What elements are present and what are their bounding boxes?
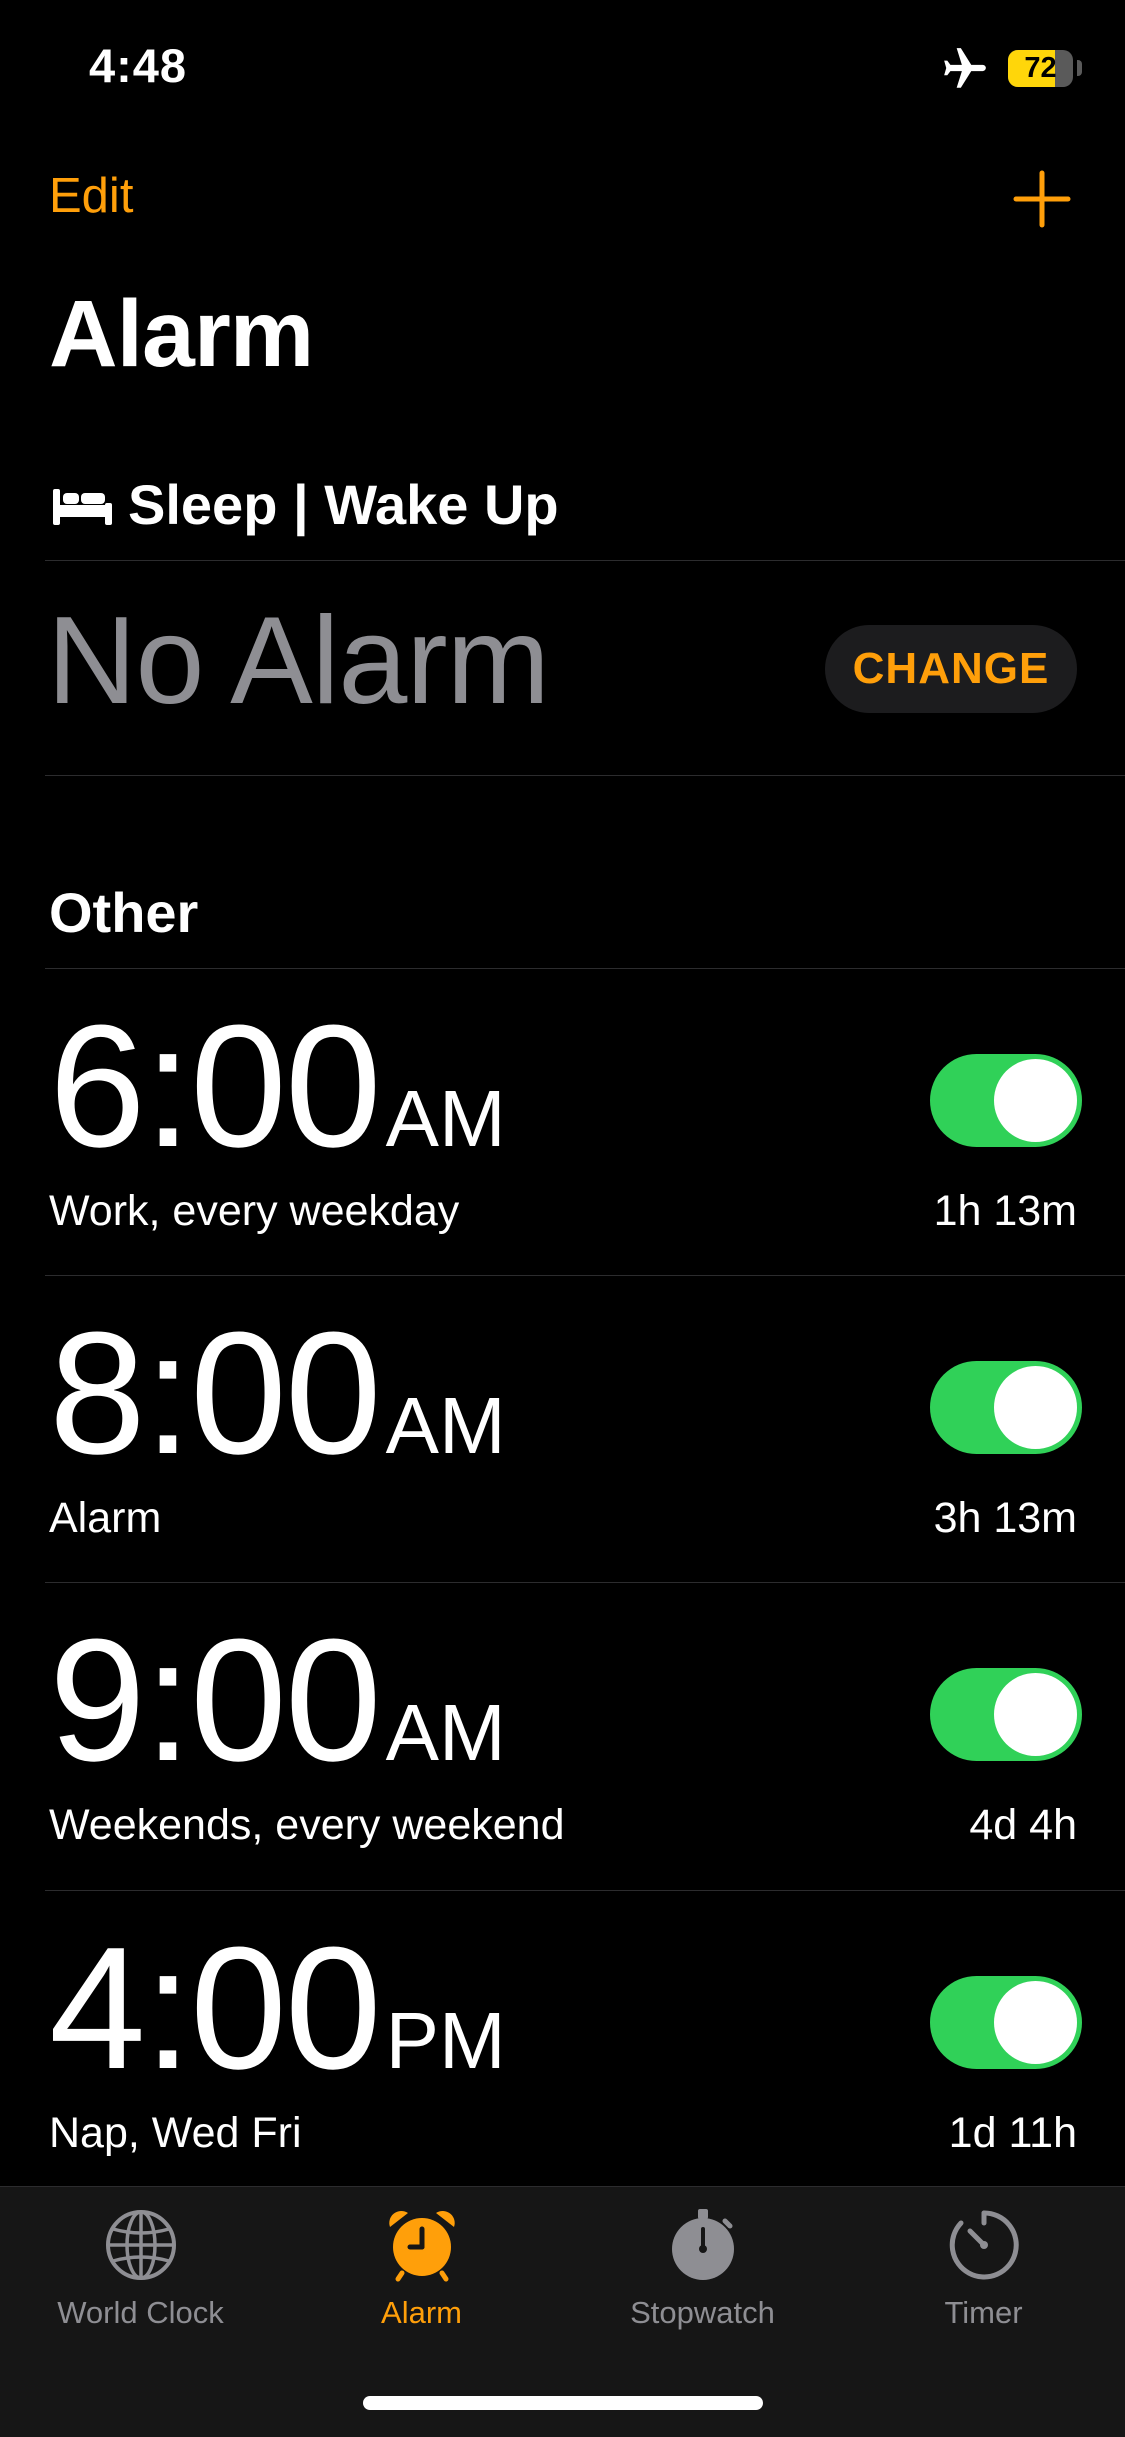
alarm-time: 6:00 AM bbox=[49, 999, 506, 1173]
alarm-row[interactable]: 4:00 PM Nap, Wed Fri 1d 11h bbox=[0, 1891, 1125, 2198]
change-button[interactable]: CHANGE bbox=[825, 625, 1077, 713]
alarm-label: Nap, Wed Fri bbox=[49, 2109, 302, 2157]
alarm-row[interactable]: 9:00 AM Weekends, every weekend 4d 4h bbox=[0, 1583, 1125, 1890]
battery-cap bbox=[1077, 60, 1082, 76]
timer-icon bbox=[949, 2210, 1019, 2280]
alarm-toggle[interactable] bbox=[930, 1668, 1082, 1761]
status-time: 4:48 bbox=[89, 39, 188, 92]
alarm-time: 8:00 AM bbox=[49, 1306, 506, 1480]
alarm-label: Work, every weekday bbox=[49, 1187, 460, 1235]
alarm-time: 4:00 PM bbox=[49, 1921, 506, 2095]
alarm-time: 9:00 AM bbox=[49, 1613, 506, 1787]
toggle-knob bbox=[994, 1981, 1077, 2064]
battery-icon: 72 bbox=[1008, 50, 1073, 87]
edit-button[interactable]: Edit bbox=[49, 168, 133, 224]
alarm-period: AM bbox=[385, 1381, 506, 1470]
tab-label: Stopwatch bbox=[630, 2295, 775, 2330]
divider bbox=[45, 775, 1125, 776]
other-section-title: Other bbox=[49, 881, 199, 944]
toggle-knob bbox=[994, 1059, 1077, 1142]
alarm-period: AM bbox=[385, 1074, 506, 1163]
alarm-time-remaining: 1d 11h bbox=[948, 2109, 1077, 2157]
divider bbox=[45, 560, 1125, 561]
alarm-time-digits: 9:00 bbox=[49, 1602, 382, 1797]
alarm-toggle[interactable] bbox=[930, 1361, 1082, 1454]
alarm-label: Alarm bbox=[49, 1494, 162, 1542]
tab-alarm[interactable]: Alarm bbox=[281, 2207, 562, 2331]
sleep-alarm-status: No Alarm bbox=[47, 592, 550, 730]
toggle-knob bbox=[994, 1366, 1077, 1449]
plus-icon[interactable] bbox=[1013, 170, 1071, 228]
tab-label: Timer bbox=[944, 2295, 1023, 2330]
page-title: Alarm bbox=[49, 281, 314, 387]
tab-label: World Clock bbox=[57, 2295, 224, 2330]
alarm-time-digits: 6:00 bbox=[49, 988, 382, 1183]
bed-icon bbox=[53, 488, 112, 525]
battery-level: 72 bbox=[1024, 52, 1057, 84]
alarm-toggle[interactable] bbox=[930, 1054, 1082, 1147]
alarm-toggle[interactable] bbox=[930, 1976, 1082, 2069]
alarm-period: AM bbox=[385, 1688, 506, 1777]
home-indicator[interactable] bbox=[363, 2396, 763, 2410]
alarm-row[interactable]: 6:00 AM Work, every weekday 1h 13m bbox=[0, 969, 1125, 1276]
stopwatch-icon bbox=[671, 2209, 734, 2280]
alarm-time-digits: 4:00 bbox=[49, 1910, 382, 2105]
alarm-time-remaining: 3h 13m bbox=[933, 1494, 1077, 1542]
alarm-period: PM bbox=[385, 1996, 506, 2085]
alarm-time-digits: 8:00 bbox=[49, 1295, 382, 1490]
tab-stopwatch[interactable]: Stopwatch bbox=[562, 2207, 843, 2331]
alarm-time-remaining: 4d 4h bbox=[969, 1801, 1077, 1849]
alarm-clock-icon bbox=[388, 2210, 455, 2282]
toggle-knob bbox=[994, 1673, 1077, 1756]
tab-world-clock[interactable]: World Clock bbox=[0, 2207, 281, 2331]
tab-label: Alarm bbox=[381, 2295, 462, 2330]
alarm-time-remaining: 1h 13m bbox=[933, 1187, 1077, 1235]
sleep-header: Sleep | Wake Up bbox=[51, 472, 559, 537]
alarm-row[interactable]: 8:00 AM Alarm 3h 13m bbox=[0, 1276, 1125, 1583]
tab-timer[interactable]: Timer bbox=[843, 2207, 1124, 2331]
sleep-section-title: Sleep | Wake Up bbox=[128, 473, 559, 536]
airplane-icon bbox=[944, 48, 986, 88]
globe-icon bbox=[105, 2210, 176, 2280]
alarm-label: Weekends, every weekend bbox=[49, 1801, 565, 1849]
